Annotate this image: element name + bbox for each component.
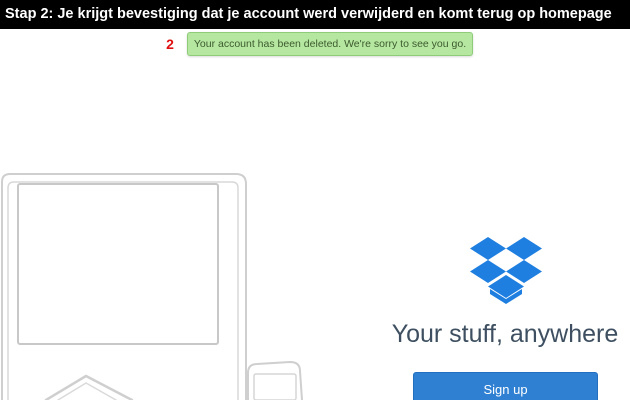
step-instruction-banner: Stap 2: Je krijgt bevestiging dat je acc…: [0, 0, 630, 29]
page: Stap 2: Je krijgt bevestiging dat je acc…: [0, 0, 630, 400]
sign-up-button[interactable]: Sign up: [413, 372, 598, 400]
hero-tagline: Your stuff, anywhere: [391, 320, 619, 348]
step-number-marker: 2: [166, 36, 174, 52]
laptop-illustration: [1, 173, 303, 400]
dropbox-logo-icon: [470, 237, 542, 304]
account-deleted-notice: Your account has been deleted. We're sor…: [187, 32, 473, 56]
